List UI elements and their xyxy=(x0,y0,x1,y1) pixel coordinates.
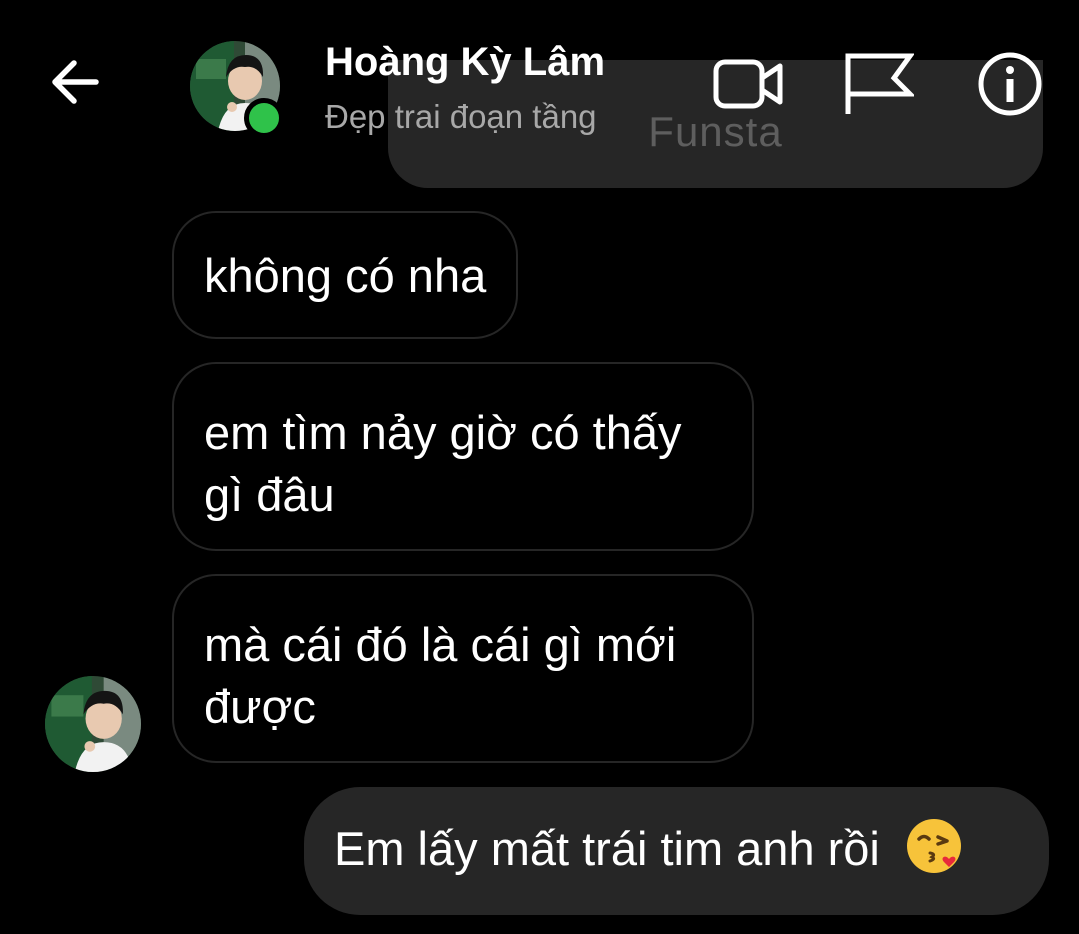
sender-avatar[interactable] xyxy=(45,676,141,772)
video-call-icon[interactable] xyxy=(712,48,784,120)
incoming-message-bubble[interactable]: em tìm nảy giờ có thấy gì đâu xyxy=(172,362,754,551)
message-text: không có nha xyxy=(204,249,487,302)
message-text-line: được xyxy=(204,680,316,733)
incoming-message-bubble[interactable]: không có nha xyxy=(172,211,519,339)
back-arrow-icon[interactable] xyxy=(46,52,106,112)
incoming-message-bubble[interactable]: mà cái đó là cái gì mới được xyxy=(172,574,754,763)
contact-name[interactable]: Hoàng Kỳ Lâm xyxy=(325,40,605,85)
contact-status: Đẹp trai đoạn tầng xyxy=(325,98,597,135)
message-text-line: em tìm nảy giờ có thấy xyxy=(204,406,682,459)
message-text-line: mà cái đó là cái gì mới xyxy=(204,618,677,671)
face-blowing-kiss-icon xyxy=(905,817,963,875)
info-icon[interactable] xyxy=(974,48,1046,120)
message-text: Em lấy mất trái tim anh rồi xyxy=(334,822,880,875)
flag-icon[interactable] xyxy=(842,48,917,120)
online-status-dot xyxy=(244,98,284,138)
message-text-line: gì đâu xyxy=(204,468,335,521)
outgoing-message-bubble[interactable]: Em lấy mất trái tim anh rồi xyxy=(304,787,1049,915)
